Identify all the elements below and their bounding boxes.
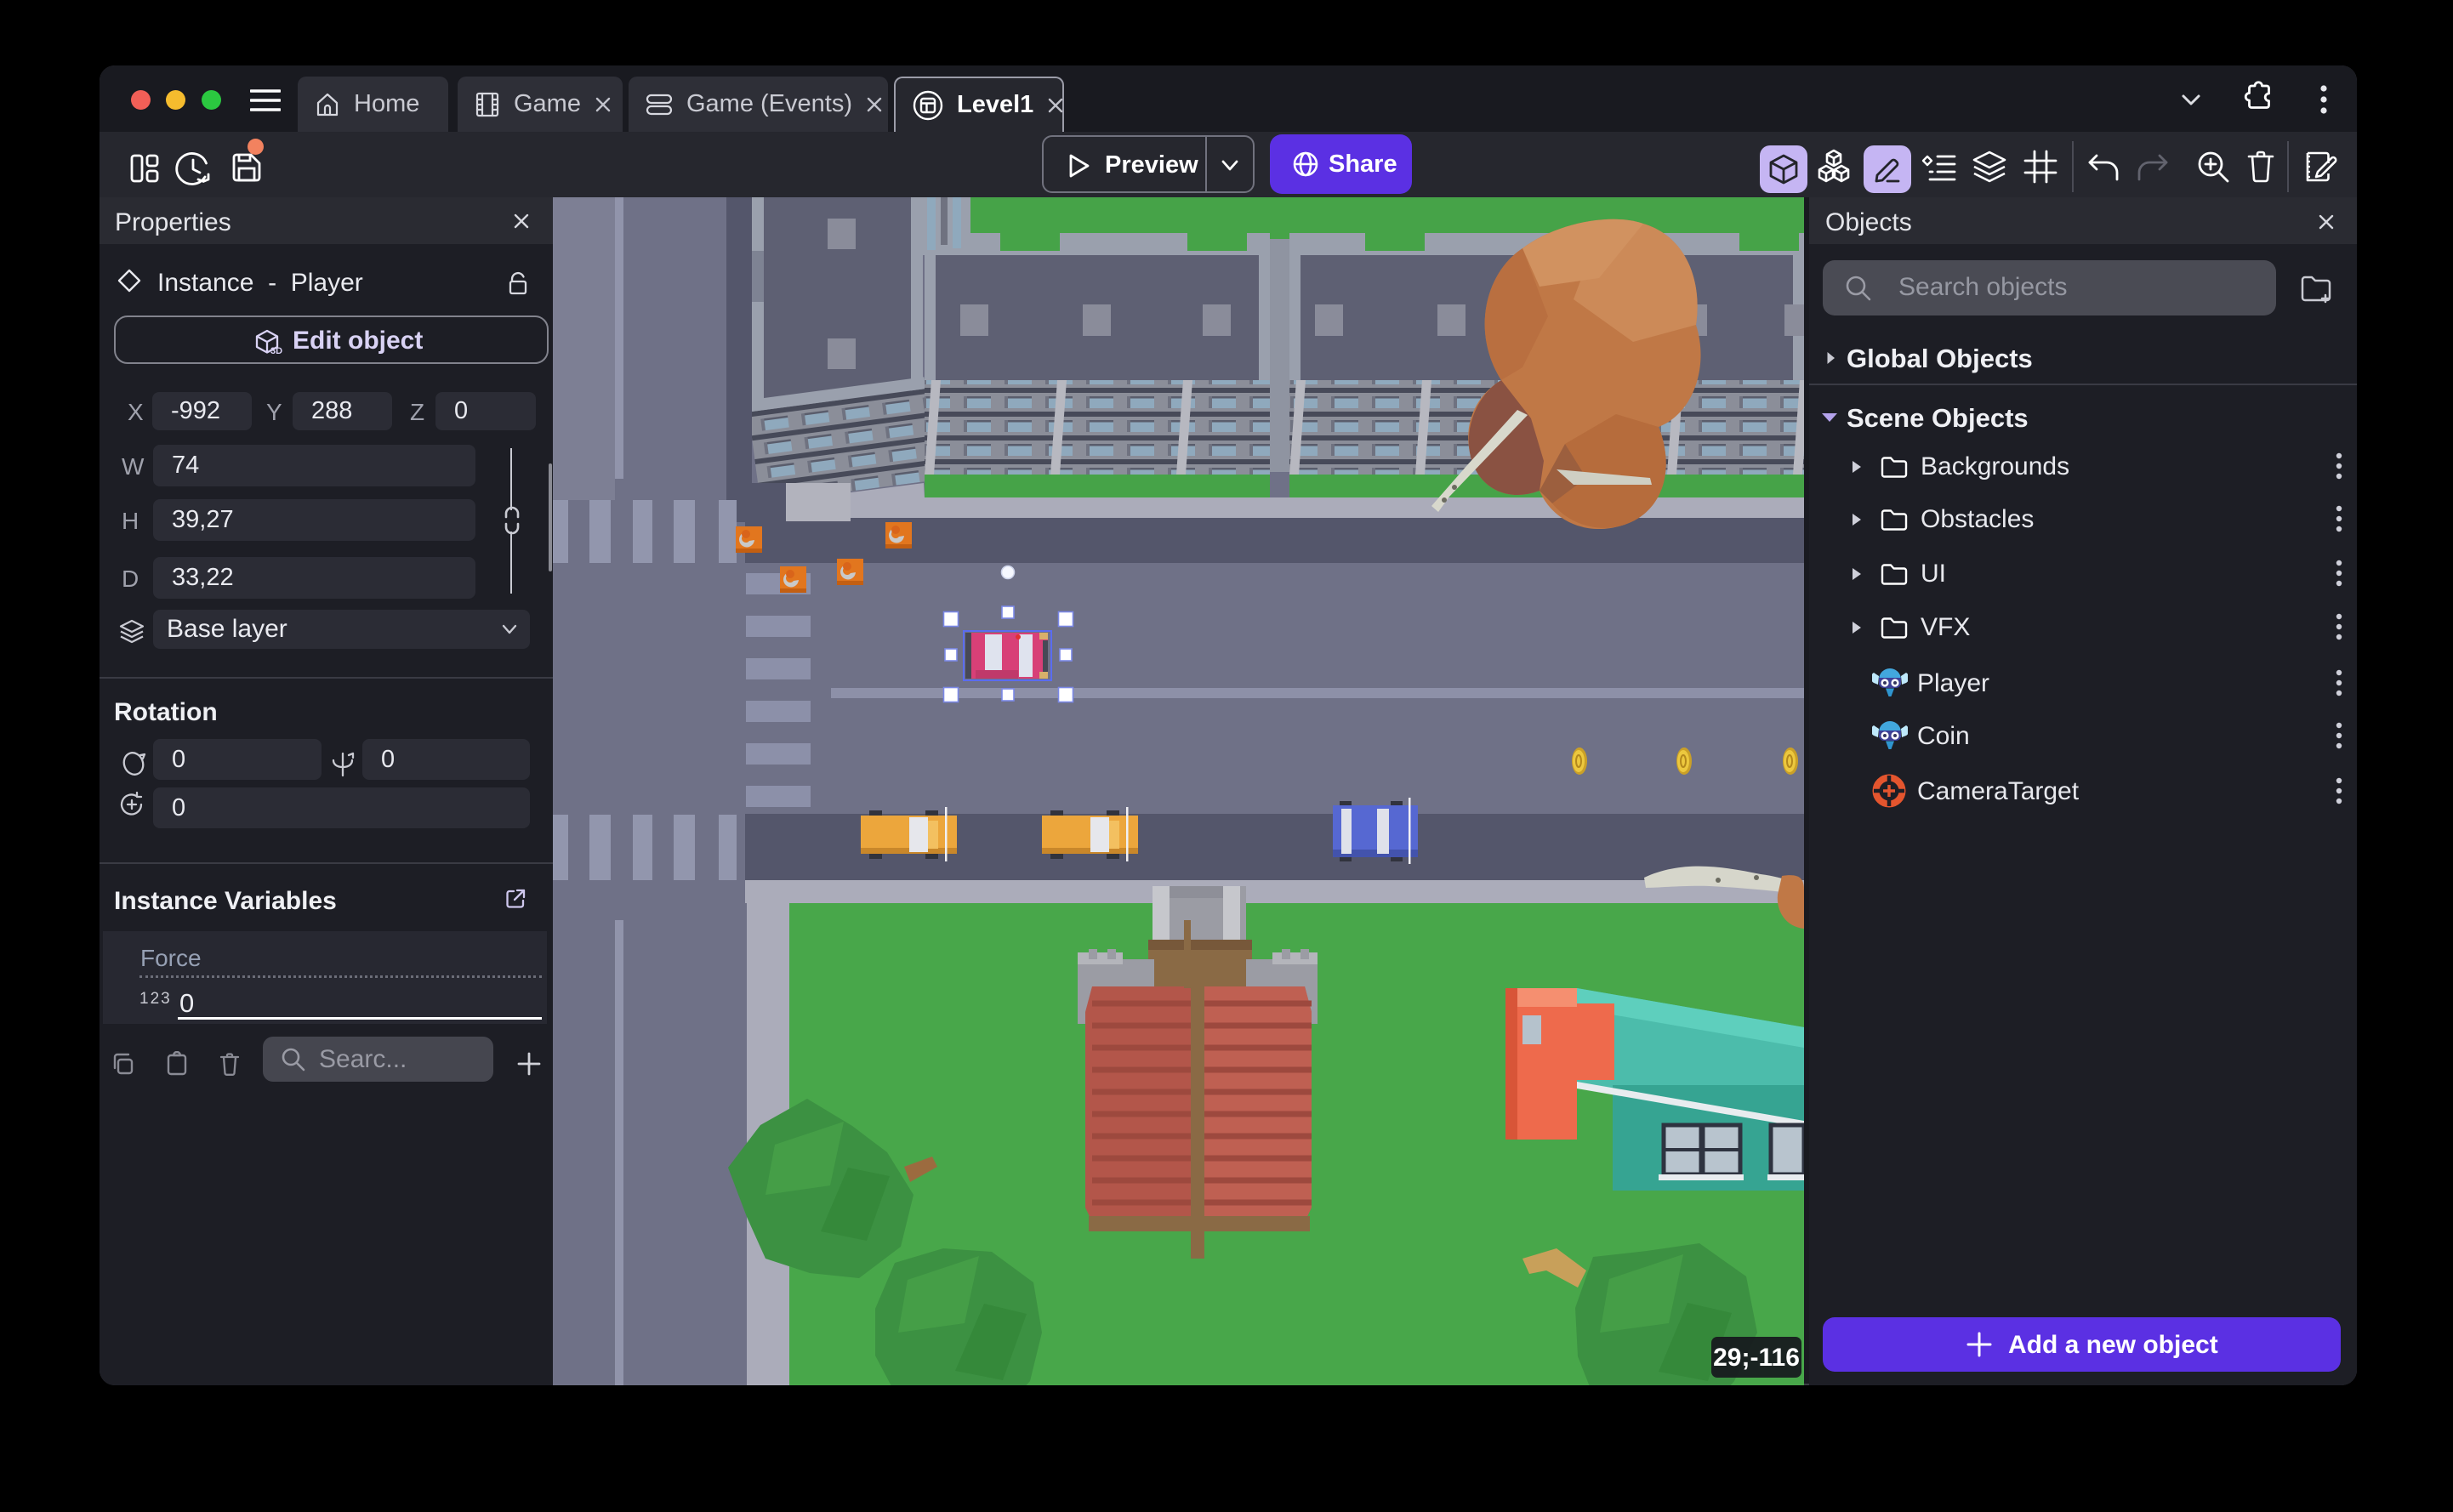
svg-text:3D: 3D bbox=[270, 346, 282, 356]
svg-text:29;-116: 29;-116 bbox=[1713, 1344, 1800, 1372]
